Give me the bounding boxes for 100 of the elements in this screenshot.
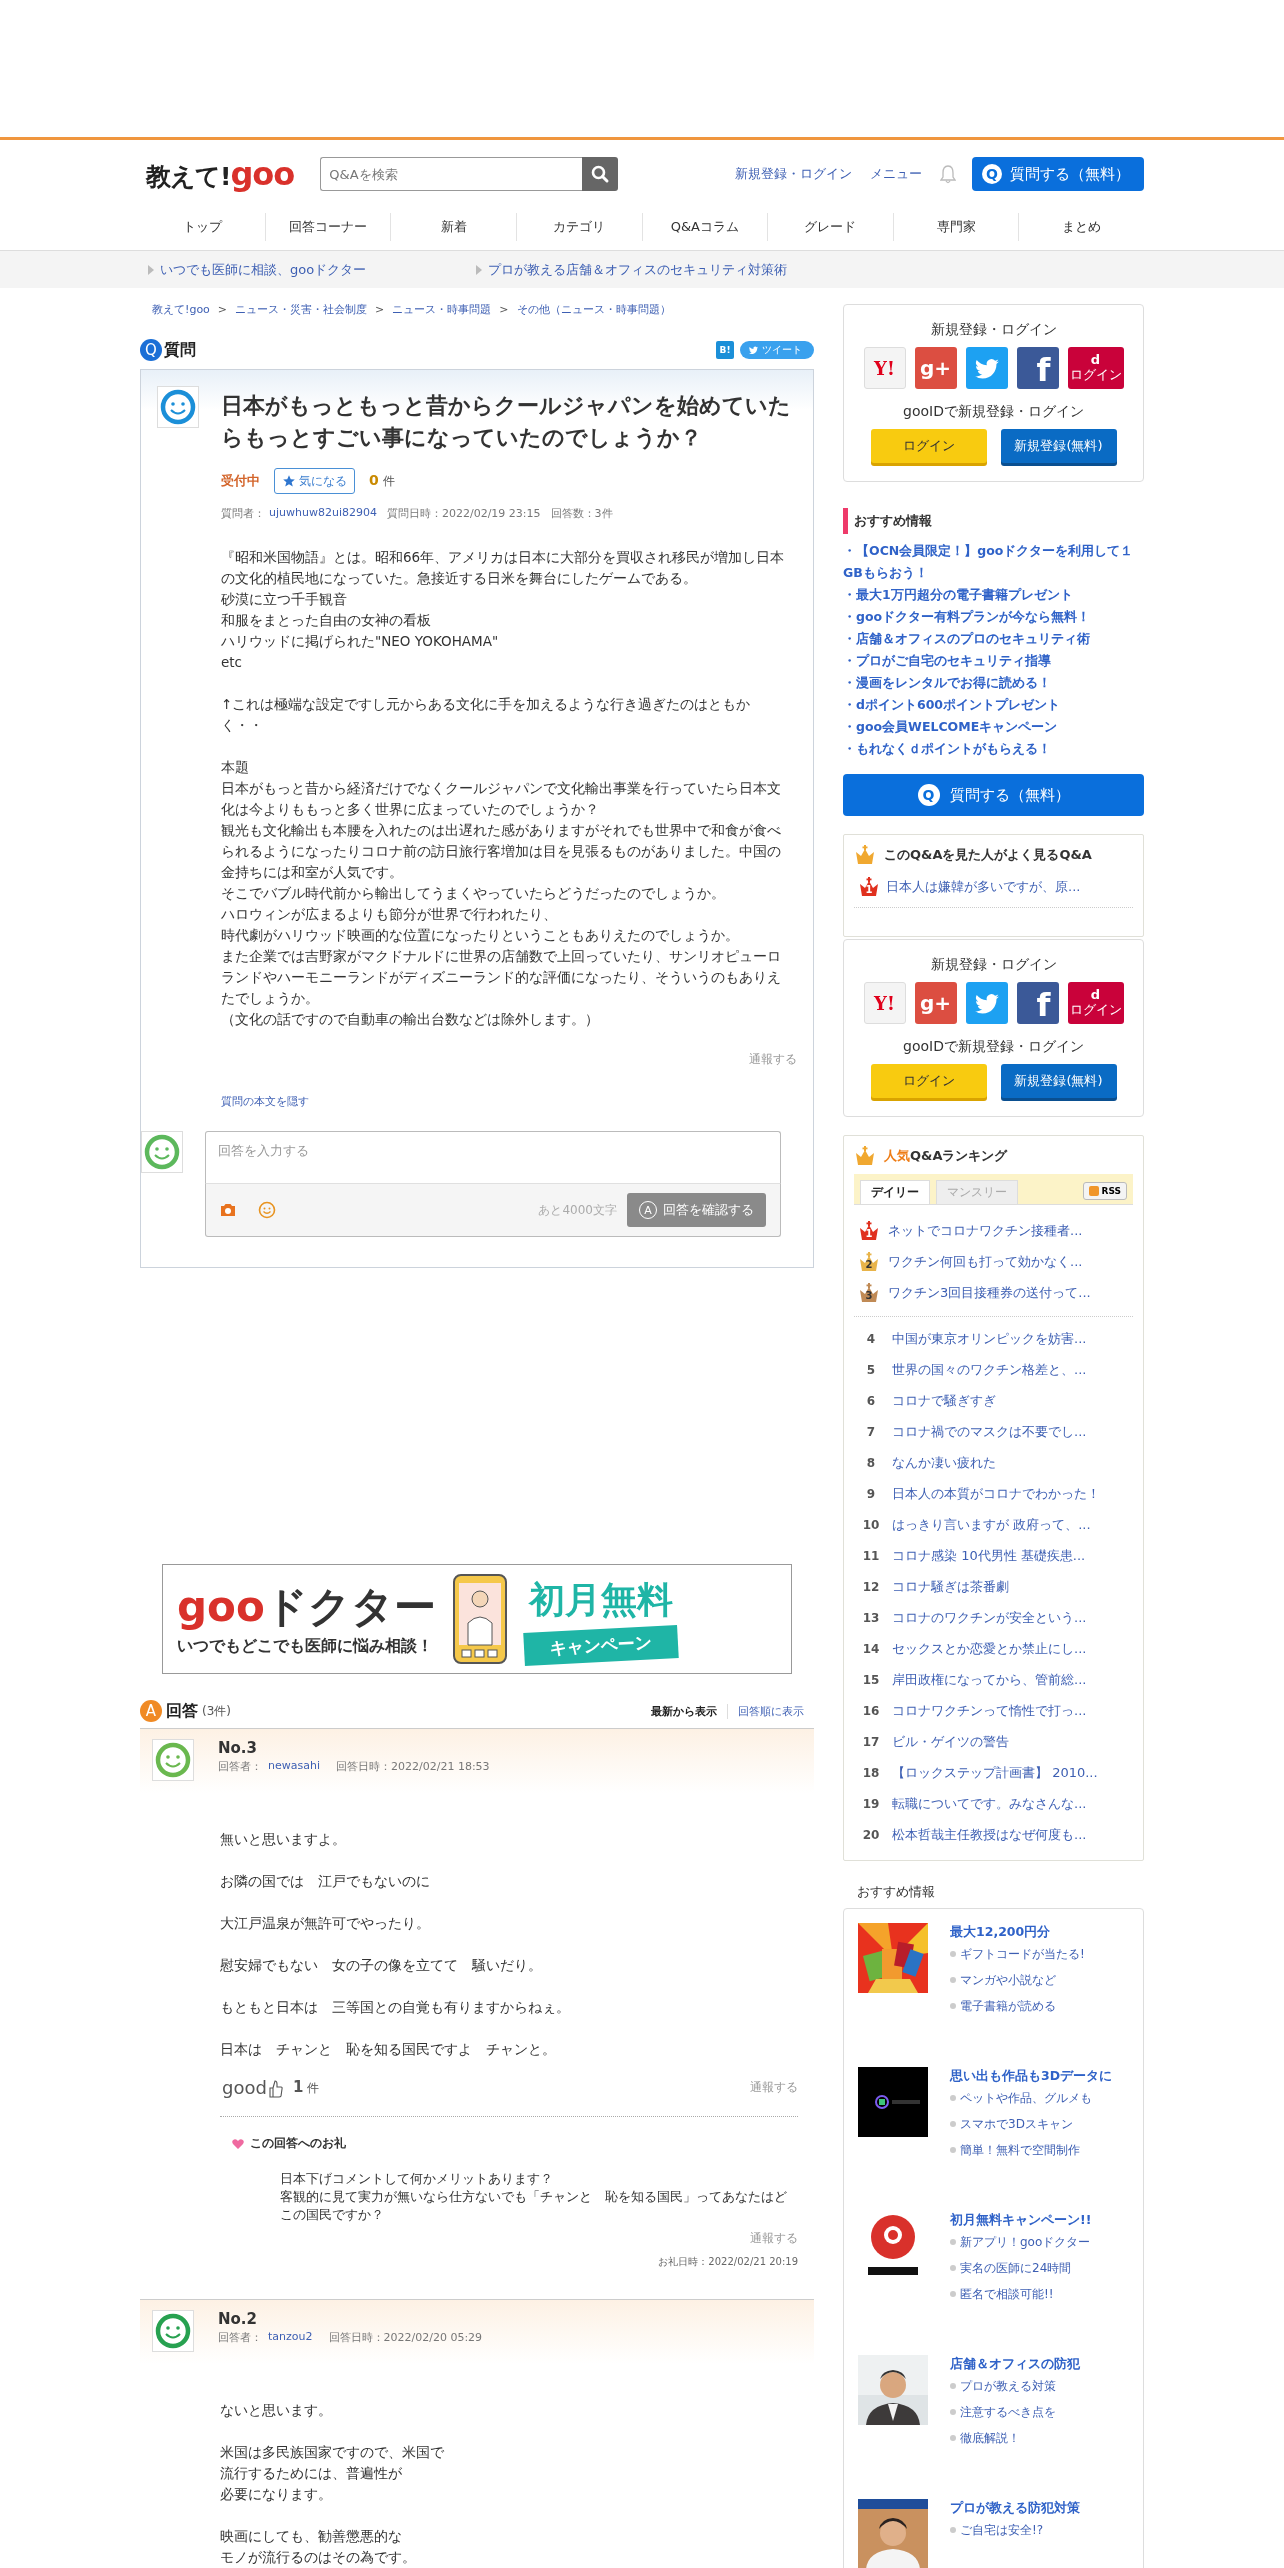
recommend-link[interactable]: ・プロがご自宅のセキュリティ指導: [843, 650, 1144, 672]
recommend-link[interactable]: ・dポイント600ポイントプレゼント: [843, 694, 1144, 716]
question-link[interactable]: ワクチン3回目接種券の送付って...: [888, 1283, 1091, 1302]
user-link[interactable]: ujuwhuw82ui82904: [269, 506, 377, 521]
register-button[interactable]: 新規登録(無料): [1000, 429, 1117, 463]
ad-link[interactable]: 電子書籍が読める: [960, 1993, 1056, 2019]
breadcrumb-link[interactable]: ニュース・時事問題: [392, 302, 492, 317]
question-link[interactable]: コロナ禍でのマスクは不要でし...: [892, 1422, 1087, 1441]
ad-link[interactable]: 徹底解説！: [960, 2425, 1020, 2451]
question-link[interactable]: 日本人は嫌韓が多いですが、原...: [886, 878, 1081, 896]
question-link[interactable]: 日本人の本質がコロナでわかった！: [892, 1484, 1100, 1503]
ad-link[interactable]: 匿名で相談可能!!: [960, 2281, 1054, 2307]
social-login-button[interactable]: Y!: [863, 982, 906, 1024]
watch-button[interactable]: 気になる: [274, 468, 355, 494]
question-link[interactable]: 岸田政権になってから、管前総...: [892, 1670, 1087, 1689]
site-logo[interactable]: 教えて!goo: [146, 155, 295, 193]
question-link[interactable]: 中国が東京オリンピックを妨害...: [892, 1329, 1087, 1348]
question-link[interactable]: なんか凄い疲れた: [892, 1453, 996, 1472]
social-login-button[interactable]: f: [1016, 982, 1059, 1024]
breadcrumb-link[interactable]: ニュース・災害・社会制度: [235, 302, 368, 317]
social-login-button[interactable]: [965, 347, 1008, 389]
bell-icon[interactable]: [940, 164, 956, 184]
nav-link[interactable]: グレード: [804, 218, 857, 236]
nav-link[interactable]: まとめ: [1062, 218, 1102, 236]
question-link[interactable]: 松本哲哉主任教授はなぜ何度も...: [892, 1825, 1087, 1844]
sort-link[interactable]: 回答順に表示: [727, 1703, 814, 1719]
social-login-button[interactable]: f: [1016, 347, 1059, 389]
social-login-button[interactable]: g+: [914, 982, 957, 1024]
good-button[interactable]: good: [222, 2077, 283, 2098]
social-login-button[interactable]: Y!: [863, 347, 906, 389]
social-login-button[interactable]: d ログイン: [1067, 347, 1124, 389]
social-login-button[interactable]: g+: [914, 347, 957, 389]
question-link[interactable]: はっきり言いますが 政府って、...: [892, 1515, 1091, 1534]
search-field[interactable]: Q&Aを検索: [320, 157, 583, 191]
search-button[interactable]: [582, 157, 619, 191]
social-login-button[interactable]: d ログイン: [1067, 982, 1124, 1024]
ad-link[interactable]: 新アプリ！gooドクター: [960, 2229, 1091, 2255]
ad-title-link[interactable]: 最大12,200円分: [950, 1924, 1051, 1939]
sort-link[interactable]: 最新から表示: [641, 1703, 727, 1719]
login-button[interactable]: ログイン: [870, 429, 987, 463]
promo-link[interactable]: プロが教える店舗＆オフィスのセキュリティ対策術: [488, 260, 787, 279]
ad-link[interactable]: プロが教える対策: [960, 2373, 1056, 2399]
recommend-link[interactable]: ・goo会員WELCOMEキャンペーン: [843, 716, 1144, 738]
recommend-link[interactable]: ・【OCN会員限定！】gooドクターを利用して１GBもらおう！: [843, 540, 1144, 584]
question-link[interactable]: ネットでコロナワクチン接種者...: [888, 1221, 1083, 1240]
nav-link[interactable]: トップ: [182, 218, 222, 236]
nav-link[interactable]: 新着: [440, 218, 467, 236]
breadcrumb-link[interactable]: その他（ニュース・時事問題）: [516, 302, 671, 317]
promo-link[interactable]: いつでも医師に相談、gooドクター: [160, 260, 367, 279]
ad-title-link[interactable]: 初月無料キャンペーン!!: [950, 2212, 1092, 2227]
nav-link[interactable]: 専門家: [936, 218, 976, 236]
question-link[interactable]: コロナ騒ぎは茶番劇: [892, 1577, 1009, 1596]
question-link[interactable]: コロナで騒ぎすぎ: [892, 1391, 996, 1410]
ask-question-button[interactable]: Q 質問する（無料）: [972, 157, 1144, 191]
ad-link[interactable]: 簡単！無料で空間制作: [960, 2137, 1080, 2163]
bullet-icon: [950, 1951, 956, 1957]
ad-link[interactable]: マンガや小説など: [960, 1967, 1056, 1993]
breadcrumb-link[interactable]: 教えて!goo: [152, 302, 210, 317]
question-link[interactable]: 転職についてです。みなさんな...: [892, 1794, 1087, 1813]
question-link[interactable]: コロナのワクチンが安全という...: [892, 1608, 1087, 1627]
user-link[interactable]: tanzou2: [268, 2330, 313, 2345]
question-link[interactable]: 世界の国々のワクチン格差と、...: [892, 1360, 1087, 1379]
question-link[interactable]: コロナ感染 10代男性 基礎疾患...: [892, 1546, 1086, 1565]
ad-link[interactable]: ギフトコードが当たる!: [960, 1941, 1085, 1967]
ad-title-link[interactable]: プロが教える防犯対策: [950, 2500, 1080, 2515]
header-link[interactable]: メニュー: [870, 165, 922, 183]
nav-link[interactable]: Q&Aコラム: [670, 218, 739, 236]
question-link[interactable]: コロナワクチンって惰性で打っ...: [892, 1701, 1087, 1720]
hide-question-link[interactable]: 質問の本文を隠す: [221, 1094, 309, 1109]
ad-link[interactable]: ペットや作品、グルメも: [960, 2085, 1092, 2111]
recommend-link[interactable]: ・最大1万円超分の電子書籍プレゼント: [843, 584, 1144, 606]
nav-link[interactable]: 回答コーナー: [288, 218, 367, 236]
ask-question-button[interactable]: Q 質問する（無料）: [843, 774, 1144, 816]
rss-button[interactable]: RSS: [1082, 1182, 1127, 1200]
question-link[interactable]: ワクチン何回も打って効かなく...: [888, 1252, 1083, 1271]
ad-title-link[interactable]: 思い出も作品も3Dデータに: [950, 2068, 1113, 2083]
doctor-banner[interactable]: goo ドクター いつでもどこでも医師に悩み相談！ 初月無料 キャンペーン: [162, 1564, 792, 1674]
question-link[interactable]: ビル・ゲイツの警告: [892, 1732, 1009, 1751]
smiley-avatar-icon: [152, 2310, 194, 2352]
user-link[interactable]: newasahi: [268, 1759, 320, 1774]
login-button[interactable]: ログイン: [870, 1064, 987, 1098]
ad-link[interactable]: ご自宅は安全!?: [960, 2517, 1044, 2543]
recommend-link[interactable]: ・店舗＆オフィスのプロのセキュリティ術: [843, 628, 1144, 650]
ranking-tab[interactable]: デイリー: [860, 1180, 930, 1204]
recommend-link[interactable]: ・もれなくｄポイントがもらえる！: [843, 738, 1144, 760]
social-login-button[interactable]: [965, 982, 1008, 1024]
ad-link[interactable]: 注意するべき点を: [960, 2399, 1056, 2425]
nav-link[interactable]: カテゴリ: [553, 218, 606, 236]
question-link[interactable]: セックスとか恋愛とか禁止にし...: [892, 1639, 1087, 1658]
bookmark-button[interactable]: B!: [716, 341, 734, 359]
question-link[interactable]: 【ロックステップ計画書】 2010...: [892, 1763, 1098, 1782]
register-button[interactable]: 新規登録(無料): [1000, 1064, 1117, 1098]
ad-link[interactable]: スマホで3Dスキャン: [960, 2111, 1073, 2137]
header-link[interactable]: 新規登録・ログイン: [735, 165, 852, 183]
camera-icon[interactable]: [220, 1203, 236, 1217]
emoji-icon[interactable]: [258, 1201, 276, 1219]
recommend-link[interactable]: ・漫画をレンタルでお得に読める！: [843, 672, 1144, 694]
ad-title-link[interactable]: 店舗＆オフィスの防犯: [950, 2356, 1080, 2371]
ad-link[interactable]: 実名の医師に24時間: [960, 2255, 1072, 2281]
recommend-link[interactable]: ・gooドクター有料プランが今なら無料！: [843, 606, 1144, 628]
